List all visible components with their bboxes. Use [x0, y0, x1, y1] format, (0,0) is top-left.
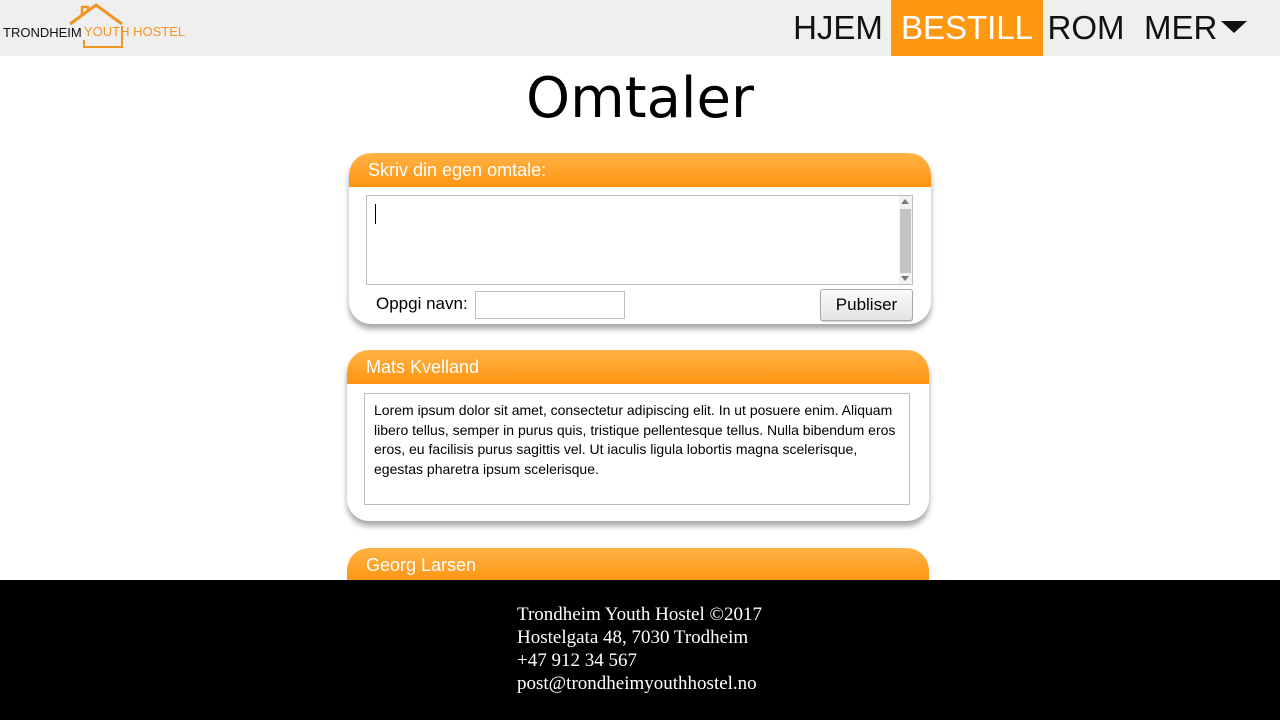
footer-phone[interactable]: +47 912 34 567 — [517, 649, 762, 672]
nav-rooms[interactable]: ROM — [1044, 0, 1128, 56]
site-logo[interactable]: TRONDHEIM YOUTH HOSTEL — [0, 0, 200, 56]
scroll-up-icon[interactable] — [901, 199, 909, 204]
footer-copyright: Trondheim Youth Hostel ©2017 — [517, 604, 762, 625]
review-text: Lorem ipsum dolor sit amet, consectetur … — [364, 393, 910, 505]
nav-book[interactable]: BESTILL — [891, 0, 1043, 56]
write-review-card: Skriv din egen omtale: Oppgi navn: Publi… — [349, 153, 931, 324]
scroll-thumb[interactable] — [900, 209, 911, 273]
footer-address: Hostelgata 48, 7030 Trodheim — [517, 627, 749, 648]
footer-contact: Trondheim Youth Hostel ©2017 Hostelgata … — [517, 603, 762, 695]
name-label: Oppgi navn: — [376, 294, 468, 313]
caret-down-icon — [1221, 21, 1248, 34]
publish-button[interactable]: Publiser — [820, 289, 913, 321]
name-input[interactable] — [475, 291, 625, 319]
review-author: Mats Kvelland — [347, 350, 929, 384]
nav-more-label: MER — [1144, 9, 1218, 46]
page: TRONDHEIM YOUTH HOSTEL HJEM BESTILL ROM … — [0, 0, 1280, 720]
site-header: TRONDHEIM YOUTH HOSTEL HJEM BESTILL ROM … — [0, 0, 1280, 56]
footer-email[interactable]: post@trondheimyouthhostel.no — [517, 672, 762, 695]
review-author: Georg Larsen — [347, 548, 929, 580]
review-card: Georg Larsen — [347, 548, 929, 580]
write-review-heading: Skriv din egen omtale: — [349, 153, 931, 187]
review-card: Mats Kvelland Lorem ipsum dolor sit amet… — [347, 350, 929, 521]
nav-more[interactable]: MER — [1144, 0, 1254, 56]
site-footer: Trondheim Youth Hostel ©2017 Hostelgata … — [0, 580, 1280, 720]
text-cursor — [375, 204, 376, 224]
logo-name-orange: YOUTH HOSTEL — [84, 24, 186, 39]
scroll-down-icon[interactable] — [901, 276, 909, 281]
review-textarea[interactable] — [366, 195, 913, 285]
page-title: Omtaler — [526, 66, 754, 131]
nav-home[interactable]: HJEM — [788, 0, 888, 56]
textarea-scrollbar[interactable] — [899, 196, 912, 284]
logo-name-dark: TRONDHEIM — [3, 25, 82, 40]
